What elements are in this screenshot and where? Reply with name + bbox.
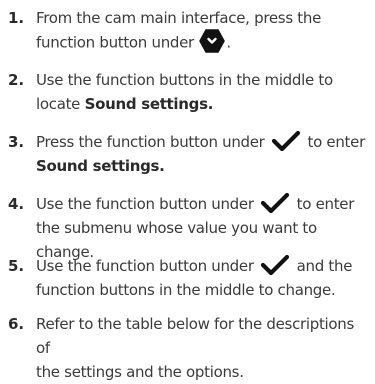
step-line: function buttons in the middle to change…	[36, 281, 336, 299]
checkmark-icon	[271, 130, 301, 151]
step-line: the settings and the options.	[36, 363, 244, 381]
step-text: Use the function button under and the fu…	[36, 254, 371, 302]
step-text: From the cam main interface, press the f…	[36, 6, 371, 56]
step-number: 3.	[8, 133, 25, 151]
step-number: 5.	[8, 257, 25, 275]
step-line: Refer to the table below for the descrip…	[36, 315, 355, 357]
setting-name: Sound settings.	[84, 95, 214, 113]
setting-name: Sound settings.	[36, 157, 165, 175]
checkmark-icon	[261, 254, 290, 275]
step-text: Refer to the table below for the descrip…	[36, 312, 371, 384]
step-line: From the cam main interface, press the	[36, 9, 322, 27]
step-number: 4.	[8, 195, 25, 213]
step-line: function button under .	[36, 29, 371, 56]
step-line: Use the function button under to enter	[36, 192, 371, 216]
step-text: Press the function button under to enter…	[36, 130, 371, 178]
step-text: Use the function buttons in the middle t…	[36, 68, 371, 116]
step-number: 1.	[8, 9, 25, 27]
instructions-document: 1. From the cam main interface, press th…	[0, 0, 375, 381]
step-line: locate Sound settings.	[36, 95, 214, 113]
checkmark-icon	[261, 192, 290, 213]
step-line: Sound settings.	[36, 154, 371, 178]
step-line: Use the function buttons in the middle t…	[36, 71, 333, 89]
step-number: 2.	[8, 71, 25, 89]
step-line: Use the function button under and the	[36, 254, 371, 278]
step-line: Press the function button under to enter	[36, 130, 371, 154]
step-number: 6.	[8, 315, 25, 333]
hexagon-nav-icon	[199, 29, 226, 53]
